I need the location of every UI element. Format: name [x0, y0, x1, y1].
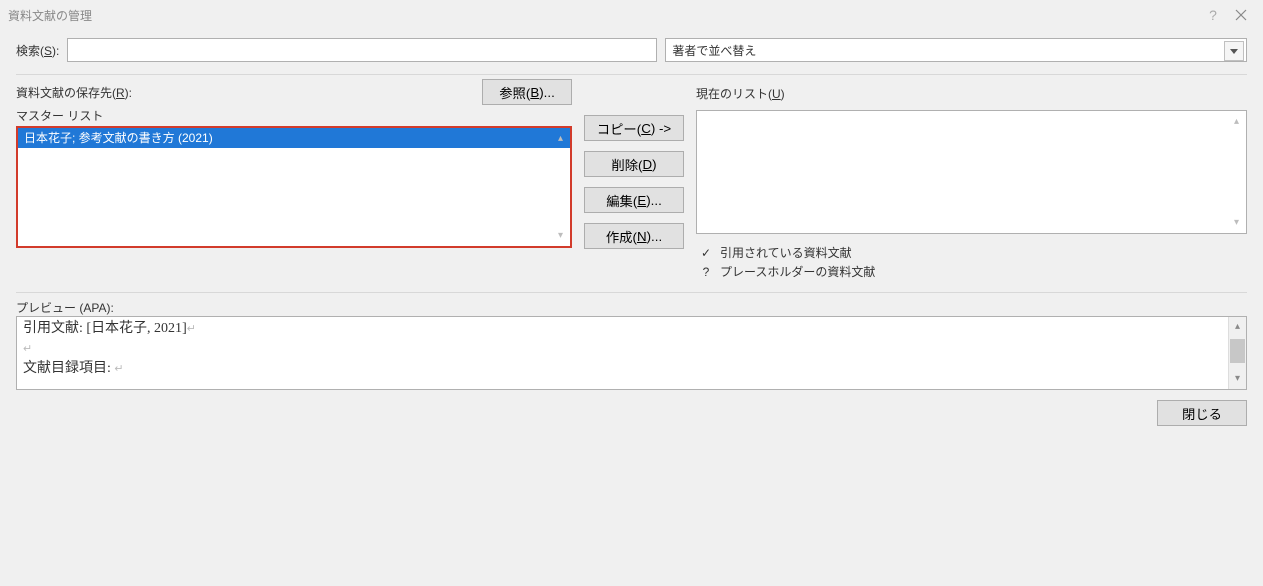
sort-select[interactable]: 著者で並べ替え: [665, 38, 1247, 62]
master-list-item[interactable]: 日本花子; 参考文献の書き方 (2021): [18, 128, 570, 148]
legend: ✓引用されている資料文献 ?プレースホルダーの資料文献: [696, 242, 1247, 280]
scrollbar[interactable]: ▴▾: [1234, 116, 1244, 228]
titlebar: 資料文献の管理 ?: [0, 0, 1263, 30]
master-list[interactable]: 日本花子; 参考文献の書き方 (2021) ▴▾: [16, 126, 572, 248]
help-icon[interactable]: ?: [1199, 1, 1227, 29]
new-button[interactable]: 作成(N)...: [584, 223, 684, 249]
dialog-title: 資料文献の管理: [8, 7, 1199, 24]
master-list-label: マスター リスト: [16, 107, 572, 124]
current-list-label: 現在のリスト(U): [696, 85, 1247, 102]
scrollbar[interactable]: ▴▾: [558, 133, 568, 241]
preview-line-citation: 引用文献: [日本花子, 2021]↵: [23, 319, 1240, 339]
current-list[interactable]: ▴▾: [696, 110, 1247, 234]
chevron-down-icon: [1224, 41, 1244, 61]
preview-line-bib: 文献目録項目: ↵: [23, 359, 1240, 379]
search-label: 検索(S):: [16, 42, 59, 59]
question-icon: ?: [700, 265, 712, 279]
scrollbar[interactable]: ▴▾: [1228, 317, 1246, 389]
close-icon[interactable]: [1227, 1, 1255, 29]
preview-box: 引用文献: [日本花子, 2021]↵ ↵ 文献目録項目: ↵ ▴▾: [16, 316, 1247, 390]
sort-selected: 著者で並べ替え: [672, 42, 756, 59]
copy-button[interactable]: コピー(C) ->: [584, 115, 684, 141]
search-input[interactable]: [67, 38, 657, 62]
preview-line-blank: ↵: [23, 339, 1240, 359]
save-location-label: 資料文献の保存先(R):: [16, 84, 132, 101]
dialog-window: { "title": "資料文献の管理", "search": {"label_…: [0, 0, 1263, 586]
preview-label: プレビュー (APA):: [16, 299, 1247, 316]
edit-button[interactable]: 編集(E)...: [584, 187, 684, 213]
delete-button[interactable]: 削除(D): [584, 151, 684, 177]
close-button[interactable]: 閉じる: [1157, 400, 1247, 426]
browse-button[interactable]: 参照(B)...: [482, 79, 572, 105]
check-icon: ✓: [700, 246, 712, 260]
